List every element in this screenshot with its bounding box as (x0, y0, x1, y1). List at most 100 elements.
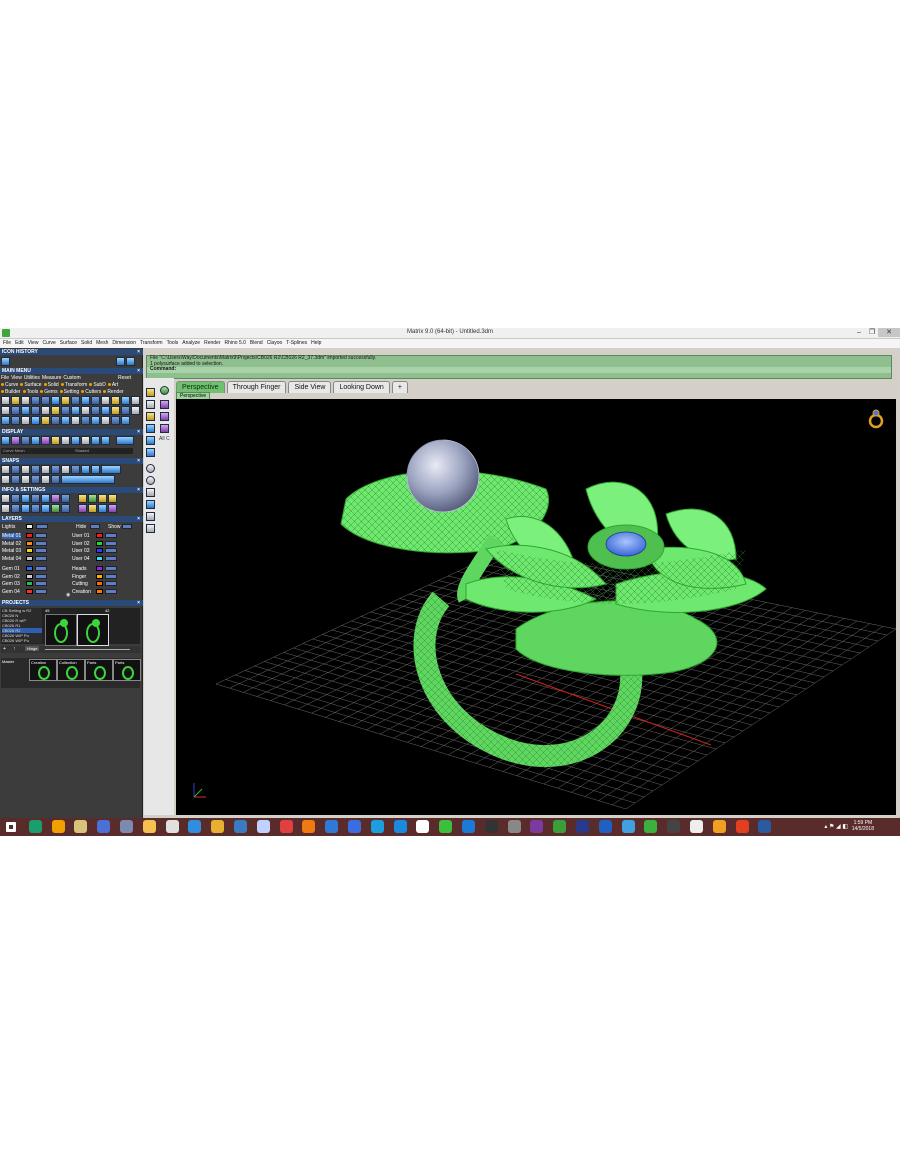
save-icon[interactable] (98, 494, 107, 503)
snap-int-icon[interactable] (31, 465, 40, 474)
lights-toggle[interactable] (36, 524, 48, 529)
master-tab-parts[interactable]: Parts (85, 659, 113, 681)
layer-color-swatch[interactable] (26, 533, 33, 538)
units-icon[interactable] (21, 494, 30, 503)
premiere-icon[interactable] (576, 820, 589, 833)
main-menu-measure[interactable]: Measure (42, 375, 61, 381)
category-transform[interactable]: Transform (60, 382, 87, 388)
xray-icon[interactable] (41, 436, 50, 445)
gold-icon[interactable] (51, 436, 60, 445)
snap-planar-button[interactable] (101, 465, 121, 474)
cursor-icon[interactable] (146, 488, 155, 497)
menu-help[interactable]: Help (311, 339, 321, 348)
app-19-icon[interactable] (439, 820, 453, 833)
layer-metal-02[interactable]: Metal 02 (2, 541, 21, 547)
gem-icon[interactable] (111, 416, 120, 425)
bars-icon[interactable] (101, 406, 110, 415)
sphere-icon[interactable] (146, 464, 155, 473)
paint-icon[interactable] (160, 412, 169, 421)
layer-color-swatch[interactable] (26, 548, 33, 553)
layer-visibility-toggle[interactable] (35, 573, 47, 579)
silver-icon[interactable] (61, 436, 70, 445)
onedrive-icon[interactable] (393, 820, 407, 833)
text-icon[interactable] (81, 406, 90, 415)
gear-icon[interactable] (131, 396, 140, 405)
flip-icon[interactable] (101, 416, 110, 425)
reset-button[interactable]: Reset (118, 375, 131, 381)
box-icon[interactable] (31, 396, 40, 405)
filter-icon[interactable] (31, 504, 40, 513)
menu-render[interactable]: Render (204, 339, 220, 348)
scale-icon[interactable] (81, 416, 90, 425)
app-2-icon[interactable] (51, 820, 65, 833)
tab-looking-down[interactable]: Looking Down (333, 381, 390, 393)
project-item[interactable]: CB026 WIP Pu (2, 638, 42, 643)
layer-color-swatch[interactable] (96, 555, 103, 561)
color-icon[interactable] (21, 504, 30, 513)
table-view-icon[interactable] (1, 504, 10, 513)
snap-mid-icon[interactable] (11, 465, 20, 474)
sparkle-icon[interactable] (51, 406, 60, 415)
line-icon[interactable] (21, 416, 30, 425)
print-icon[interactable] (108, 494, 117, 503)
snap-near-icon[interactable] (11, 475, 20, 484)
wire-icon[interactable] (1, 436, 10, 445)
layer-gem-03[interactable]: Gem 03 (2, 581, 20, 587)
sphere-tool-icon[interactable] (41, 396, 50, 405)
light-icon[interactable] (81, 436, 90, 445)
table-icon[interactable] (111, 406, 120, 415)
analysis-icon[interactable] (61, 504, 70, 513)
taskbar-clock[interactable]: 1:59 PM 14/5/2018 (852, 820, 874, 832)
app-5-icon[interactable] (120, 820, 133, 833)
app-4-icon[interactable] (97, 820, 111, 833)
app-10-icon[interactable] (234, 820, 247, 833)
check-model-icon[interactable] (51, 504, 60, 513)
snap-disable-icon[interactable] (41, 475, 50, 484)
layer-color-swatch[interactable] (96, 566, 103, 571)
up-project-button[interactable]: ↑ (13, 646, 16, 652)
app-3-icon[interactable] (74, 820, 88, 833)
snap-pt-icon[interactable] (1, 475, 10, 484)
layer-color-swatch[interactable] (96, 540, 103, 546)
main-menu-custom[interactable]: Custom (63, 375, 80, 381)
rect-icon[interactable] (11, 406, 20, 415)
library-icon[interactable] (61, 494, 70, 503)
layer-visibility-toggle[interactable] (105, 555, 117, 561)
array-icon[interactable] (71, 416, 80, 425)
app-30-icon[interactable] (690, 820, 703, 833)
layer-visibility-toggle[interactable] (35, 588, 47, 594)
layer-visibility-toggle[interactable] (35, 540, 47, 546)
master-tab-collection[interactable]: Collection (57, 659, 85, 681)
ghost-icon[interactable] (31, 436, 40, 445)
power-icon[interactable] (160, 386, 169, 395)
layer-color-swatch[interactable] (26, 566, 33, 571)
minimize-button[interactable]: – (852, 328, 866, 337)
firefox-icon[interactable] (302, 820, 316, 833)
layers-collapse-icon[interactable]: ◉ (66, 592, 70, 598)
layer-visibility-toggle[interactable] (35, 566, 47, 571)
layer-metal-01[interactable]: Metal 01 (2, 533, 22, 539)
command-prompt[interactable]: Command: (147, 366, 891, 373)
history-icon[interactable] (1, 357, 10, 366)
menu-view[interactable]: View (28, 339, 39, 348)
menu-transform[interactable]: Transform (140, 339, 163, 348)
show-button[interactable]: Show (108, 524, 121, 530)
move-icon[interactable] (61, 406, 70, 415)
edge-icon[interactable] (325, 820, 339, 833)
app-32-icon[interactable] (735, 820, 749, 833)
folder-icon[interactable] (78, 494, 87, 503)
menu-file[interactable]: File (3, 339, 11, 348)
display-toggle-button[interactable] (116, 436, 134, 445)
app-7-icon[interactable] (165, 820, 179, 833)
category-builder[interactable]: Builder (1, 389, 21, 395)
chrome-icon[interactable] (279, 820, 293, 833)
dim-icon[interactable] (146, 512, 155, 521)
steam-icon[interactable] (758, 820, 772, 833)
layers-manager-icon[interactable] (11, 504, 20, 513)
hide-toggle[interactable] (90, 524, 100, 529)
view-icon[interactable] (71, 436, 80, 445)
ring-widget-icon[interactable] (868, 409, 884, 429)
layer-visibility-toggle[interactable] (35, 548, 47, 553)
arrow-left-icon[interactable] (116, 357, 125, 366)
snap-tan-icon[interactable] (51, 465, 60, 474)
